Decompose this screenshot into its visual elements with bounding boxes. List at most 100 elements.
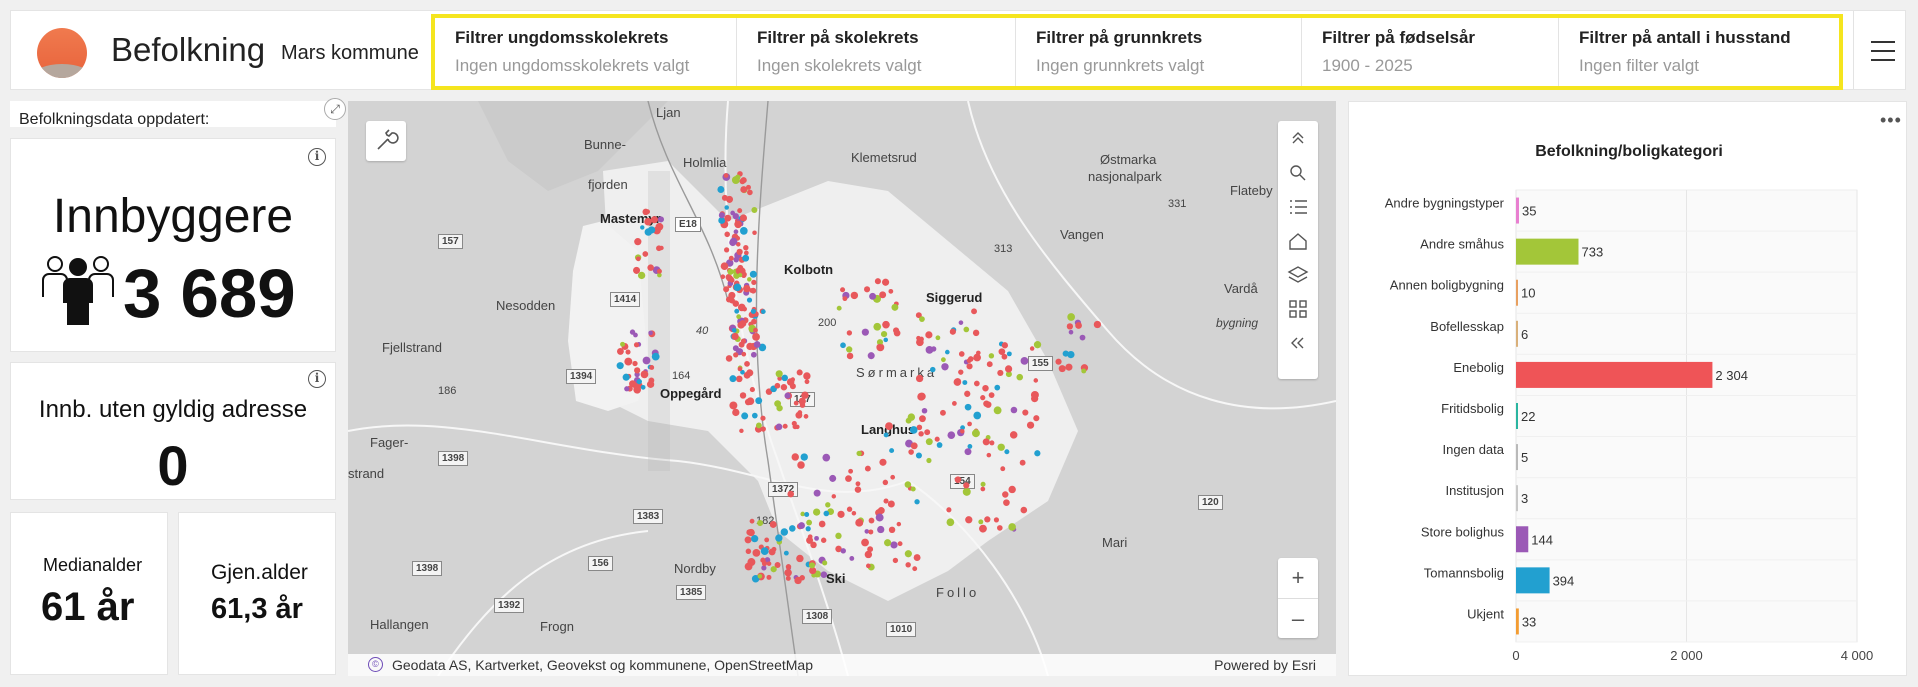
map-point[interactable]: [642, 251, 649, 257]
map-point[interactable]: [986, 361, 993, 368]
map-point[interactable]: [760, 426, 766, 432]
map-point[interactable]: [739, 214, 748, 222]
zoom-in-button[interactable]: +: [1278, 558, 1318, 598]
map-point[interactable]: [625, 349, 631, 355]
map-point[interactable]: [723, 173, 729, 178]
map-point[interactable]: [753, 327, 758, 333]
map-point[interactable]: [909, 426, 918, 434]
map-point[interactable]: [616, 347, 624, 355]
map-point[interactable]: [965, 516, 973, 524]
map-point[interactable]: [757, 574, 763, 579]
map-point[interactable]: [780, 383, 788, 391]
map-point[interactable]: [720, 262, 729, 270]
map-point[interactable]: [761, 560, 768, 567]
map-point[interactable]: [724, 205, 729, 210]
map-point[interactable]: [1033, 341, 1042, 349]
map-point[interactable]: [755, 422, 762, 429]
map-point[interactable]: [921, 407, 928, 414]
map-point[interactable]: [867, 352, 875, 360]
map-point[interactable]: [954, 476, 962, 484]
map-point[interactable]: [805, 526, 811, 532]
map-point[interactable]: [967, 444, 973, 449]
filter-grunnkrets[interactable]: Filtrer på grunnkrets Ingen grunnkrets v…: [1016, 18, 1302, 86]
map-point[interactable]: [907, 413, 916, 421]
map-point[interactable]: [958, 369, 964, 375]
map-point[interactable]: [861, 328, 869, 336]
map-point[interactable]: [924, 429, 931, 436]
map-point[interactable]: [731, 328, 737, 333]
map-point[interactable]: [1016, 373, 1024, 381]
map-point[interactable]: [775, 423, 783, 431]
map-point[interactable]: [945, 349, 950, 355]
map-point[interactable]: [736, 314, 742, 320]
map-point[interactable]: [624, 386, 630, 392]
map-point[interactable]: [1020, 356, 1029, 365]
map-point[interactable]: [915, 374, 924, 383]
map-point[interactable]: [739, 392, 747, 399]
map-point[interactable]: [720, 274, 726, 280]
map-point[interactable]: [877, 525, 885, 534]
map-point[interactable]: [980, 486, 986, 492]
map-point[interactable]: [917, 392, 926, 401]
map-point[interactable]: [1008, 523, 1016, 531]
map-point[interactable]: [644, 209, 651, 215]
map-point[interactable]: [629, 329, 636, 335]
map-point[interactable]: [801, 391, 809, 399]
map-point[interactable]: [888, 288, 894, 294]
map-point[interactable]: [740, 338, 747, 344]
map-point[interactable]: [914, 499, 920, 505]
map-point[interactable]: [998, 348, 1006, 356]
map-point[interactable]: [733, 352, 739, 358]
map-point[interactable]: [739, 304, 744, 310]
map-point[interactable]: [728, 255, 734, 261]
map-point[interactable]: [936, 442, 943, 448]
map-point[interactable]: [797, 461, 805, 469]
map-point[interactable]: [803, 413, 809, 419]
map-point[interactable]: [845, 475, 852, 482]
map-point[interactable]: [784, 568, 792, 577]
map-point[interactable]: [918, 431, 924, 437]
map-point[interactable]: [1006, 351, 1012, 357]
map-point[interactable]: [729, 375, 737, 383]
map-point[interactable]: [1004, 365, 1013, 373]
map-point[interactable]: [892, 557, 899, 564]
map-point[interactable]: [849, 556, 855, 561]
map-point[interactable]: [753, 341, 761, 348]
map-point[interactable]: [873, 322, 882, 331]
map-point[interactable]: [724, 247, 730, 253]
map-point[interactable]: [766, 574, 772, 580]
map-point[interactable]: [864, 550, 873, 559]
map-point[interactable]: [760, 309, 766, 314]
map-point[interactable]: [750, 351, 757, 358]
map-point[interactable]: [925, 331, 933, 339]
map-point[interactable]: [768, 548, 776, 556]
map-point[interactable]: [798, 522, 805, 529]
map-point[interactable]: [889, 448, 895, 454]
map-point[interactable]: [988, 392, 995, 399]
map-point[interactable]: [739, 320, 747, 328]
map-point[interactable]: [739, 428, 744, 434]
map-point[interactable]: [646, 380, 655, 388]
map-point[interactable]: [851, 510, 857, 516]
map-point[interactable]: [724, 214, 732, 222]
map-point[interactable]: [868, 529, 874, 535]
map-point[interactable]: [964, 403, 972, 411]
map-point[interactable]: [656, 268, 662, 274]
map-point[interactable]: [973, 380, 980, 387]
map-point[interactable]: [746, 369, 754, 377]
map-point[interactable]: [846, 352, 854, 360]
map-point[interactable]: [962, 487, 971, 496]
map-point[interactable]: [846, 506, 853, 512]
map-point[interactable]: [800, 453, 808, 461]
collapse-up-icon[interactable]: [1278, 123, 1318, 155]
map-point[interactable]: [896, 521, 902, 527]
map-point[interactable]: [642, 356, 651, 365]
map-point[interactable]: [884, 539, 892, 547]
map-point[interactable]: [737, 366, 743, 372]
map-point[interactable]: [741, 412, 749, 420]
map-point[interactable]: [893, 329, 901, 337]
map-point[interactable]: [1009, 431, 1018, 439]
map-point[interactable]: [775, 534, 783, 542]
map-point[interactable]: [796, 554, 804, 563]
map-point[interactable]: [650, 216, 659, 224]
